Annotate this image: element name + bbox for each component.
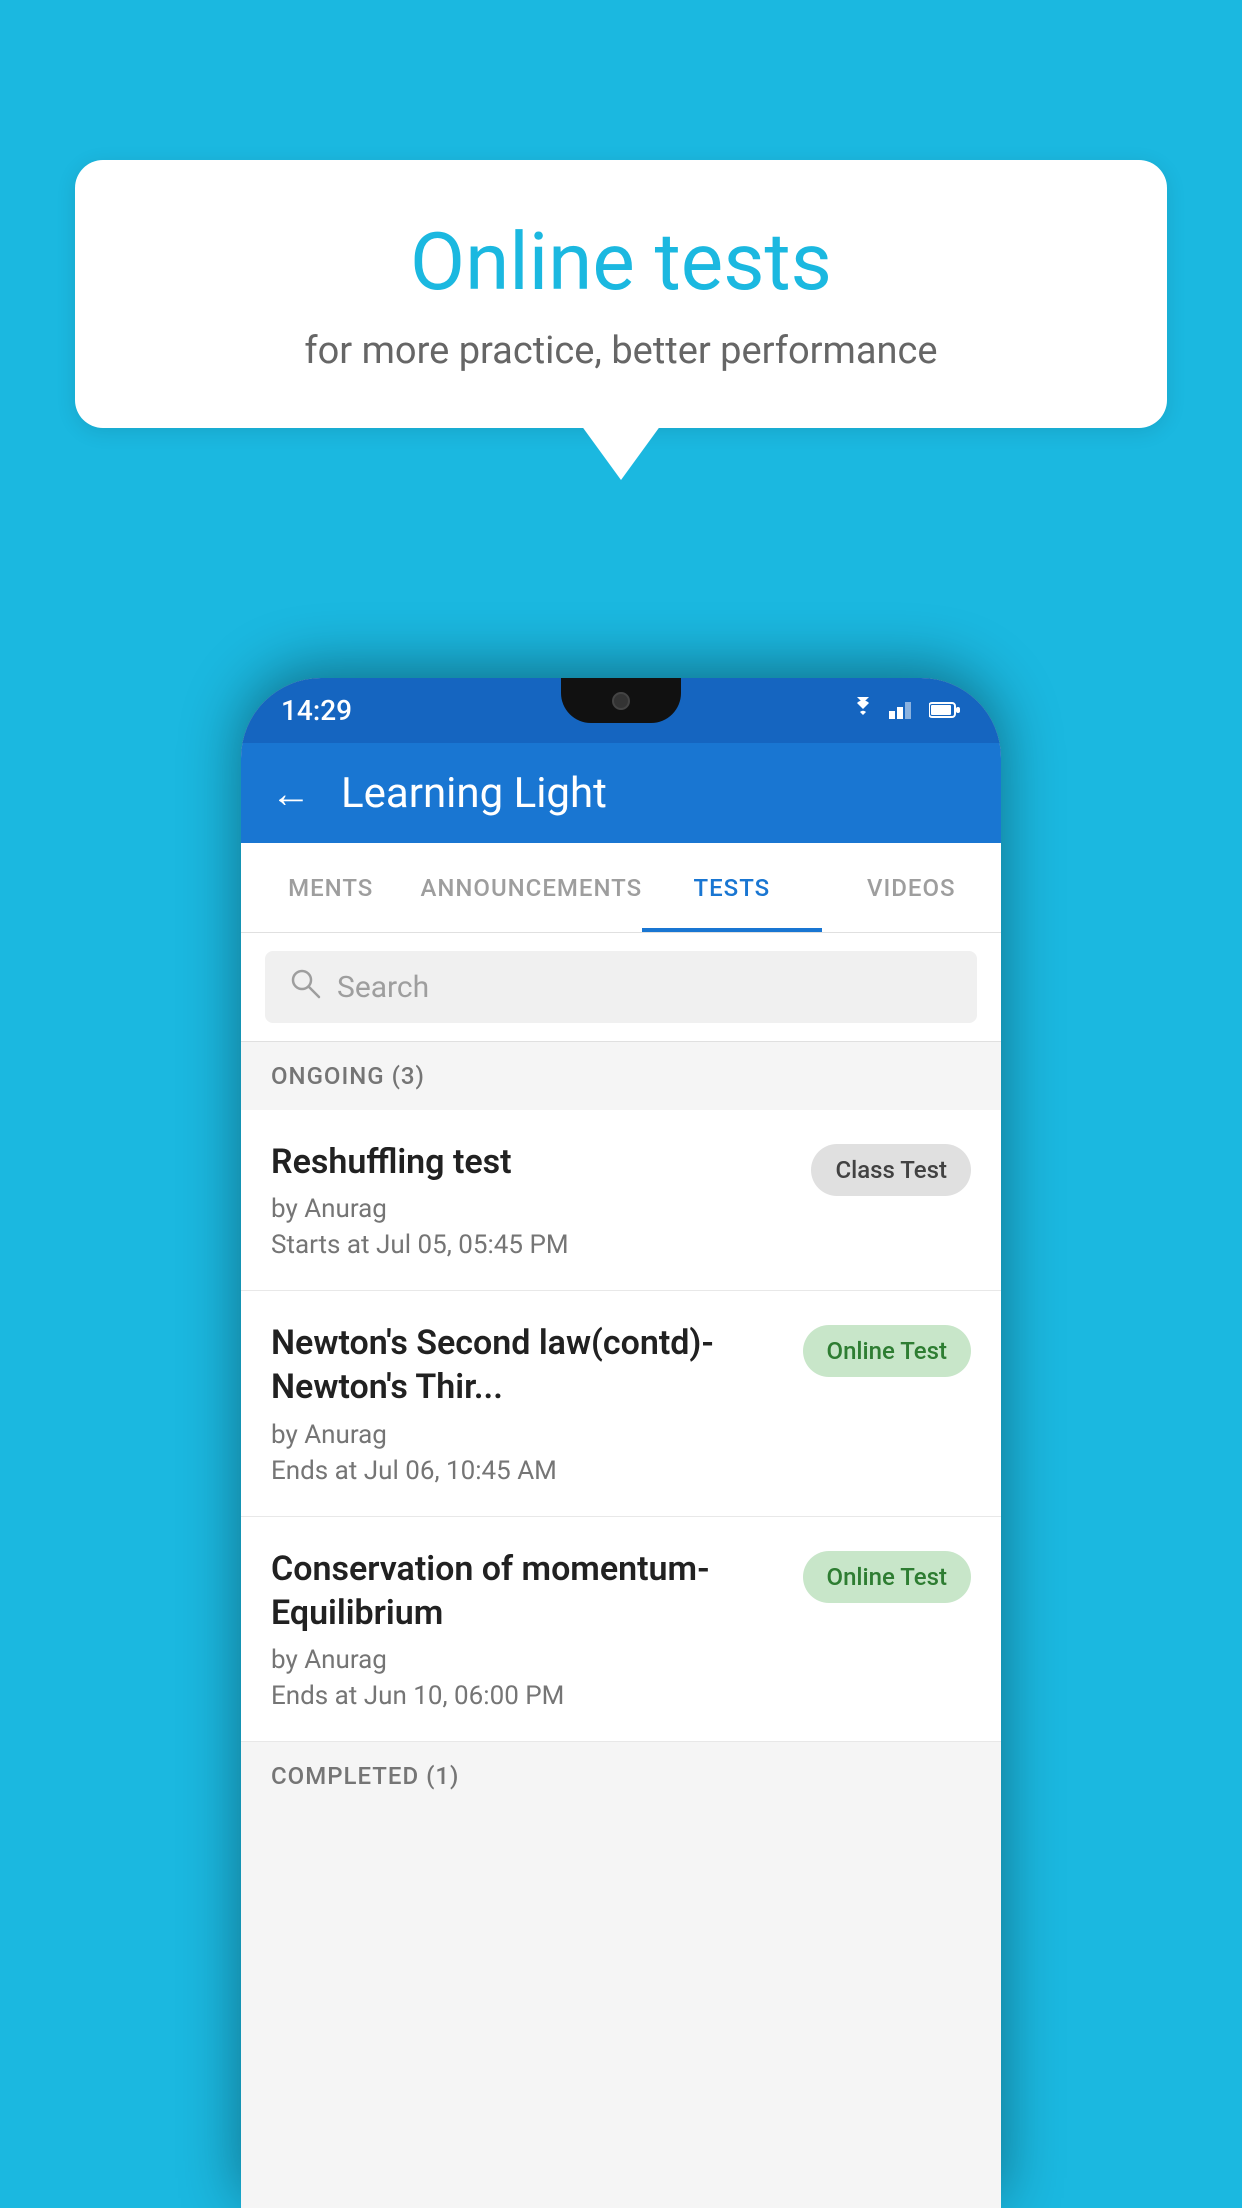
test-author-newtons: by Anurag xyxy=(271,1420,783,1450)
app-bar-title: Learning Light xyxy=(341,769,607,818)
completed-section: COMPLETED (1) xyxy=(241,1742,1001,1800)
speech-bubble-container: Online tests for more practice, better p… xyxy=(75,160,1167,428)
test-name-newtons: Newton's Second law(contd)-Newton's Thir… xyxy=(271,1321,783,1409)
tabs-bar: MENTS ANNOUNCEMENTS TESTS VIDEOS xyxy=(241,843,1001,933)
ongoing-title: ONGOING (3) xyxy=(271,1062,425,1090)
notch xyxy=(561,678,681,723)
tab-ments[interactable]: MENTS xyxy=(241,843,420,932)
test-badge-newtons: Online Test xyxy=(803,1325,971,1377)
tab-announcements[interactable]: ANNOUNCEMENTS xyxy=(420,843,642,932)
status-bar: 14:29 xyxy=(241,678,1001,743)
bubble-title: Online tests xyxy=(135,215,1107,309)
bubble-subtitle: for more practice, better performance xyxy=(135,329,1107,373)
content-area: Search ONGOING (3) Reshuffling test by A… xyxy=(241,933,1001,2208)
phone-frame: 14:29 xyxy=(241,678,1001,2208)
test-time-reshuffling: Starts at Jul 05, 05:45 PM xyxy=(271,1230,791,1260)
camera-dot xyxy=(612,692,630,710)
tab-tests[interactable]: TESTS xyxy=(642,843,821,932)
tab-videos[interactable]: VIDEOS xyxy=(822,843,1001,932)
test-info-reshuffling: Reshuffling test by Anurag Starts at Jul… xyxy=(271,1140,811,1260)
search-placeholder: Search xyxy=(337,970,429,1005)
test-author-conservation: by Anurag xyxy=(271,1645,783,1675)
test-info-newtons: Newton's Second law(contd)-Newton's Thir… xyxy=(271,1321,803,1485)
status-icons xyxy=(849,697,961,725)
app-bar: ← Learning Light xyxy=(241,743,1001,843)
battery-icon xyxy=(929,697,961,725)
test-badge-conservation: Online Test xyxy=(803,1551,971,1603)
test-time-newtons: Ends at Jul 06, 10:45 AM xyxy=(271,1456,783,1486)
signal-icon xyxy=(889,697,917,725)
wifi-icon xyxy=(849,697,877,725)
back-button[interactable]: ← xyxy=(271,770,311,817)
search-icon xyxy=(289,967,321,1007)
test-name-conservation: Conservation of momentum-Equilibrium xyxy=(271,1547,783,1635)
test-author-reshuffling: by Anurag xyxy=(271,1194,791,1224)
test-item-conservation[interactable]: Conservation of momentum-Equilibrium by … xyxy=(241,1517,1001,1742)
status-time: 14:29 xyxy=(281,694,352,727)
search-input-wrapper[interactable]: Search xyxy=(265,951,977,1023)
phone-inner: 14:29 xyxy=(241,678,1001,2208)
test-time-conservation: Ends at Jun 10, 06:00 PM xyxy=(271,1681,783,1711)
speech-bubble: Online tests for more practice, better p… xyxy=(75,160,1167,428)
ongoing-section-header: ONGOING (3) xyxy=(241,1042,1001,1110)
search-container: Search xyxy=(241,933,1001,1042)
test-item-newtons[interactable]: Newton's Second law(contd)-Newton's Thir… xyxy=(241,1291,1001,1516)
completed-title: COMPLETED (1) xyxy=(271,1762,459,1790)
test-item-reshuffling[interactable]: Reshuffling test by Anurag Starts at Jul… xyxy=(241,1110,1001,1291)
test-name-reshuffling: Reshuffling test xyxy=(271,1140,791,1184)
test-badge-reshuffling: Class Test xyxy=(811,1144,971,1196)
test-info-conservation: Conservation of momentum-Equilibrium by … xyxy=(271,1547,803,1711)
